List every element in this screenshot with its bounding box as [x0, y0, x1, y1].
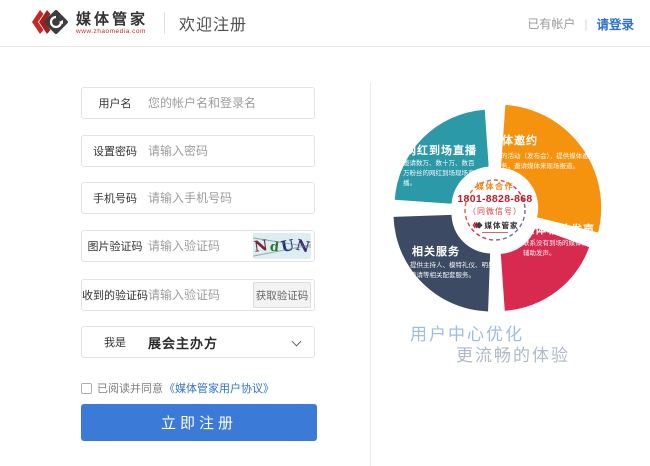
agreement-row: 已阅读并同意 《媒体管家用户协议》 — [81, 380, 274, 396]
segment-title-media-invite: 媒体邀约 — [490, 132, 538, 148]
sms-code-label: 收到的验证码 — [82, 287, 148, 303]
agreement-checkbox[interactable] — [81, 383, 92, 394]
image-captcha-label: 图片验证码 — [82, 238, 148, 254]
role-select[interactable]: 我是 展会主办方 — [81, 326, 315, 358]
segment-title-live-stream: 网红到场直播 — [405, 142, 477, 158]
center-brand-underline — [482, 232, 508, 233]
center-wechat-note: （同微信号） — [453, 206, 537, 217]
phone-input[interactable] — [148, 191, 314, 205]
phone-label: 手机号码 — [82, 190, 148, 206]
get-code-button[interactable]: 获取验证码 — [253, 282, 311, 308]
segment-desc-related-services: 提供主持人、模特礼仪、明星邀请等相关配套服务。 — [410, 261, 496, 281]
chevron-down-icon — [292, 337, 302, 347]
username-row: 用户名 — [81, 87, 315, 119]
center-phone-number: 1801-8828-868 — [453, 193, 537, 205]
username-input[interactable] — [148, 96, 314, 110]
sms-code-input[interactable] — [148, 288, 253, 302]
page-title: 欢迎注册 — [179, 11, 247, 35]
vertical-divider — [370, 82, 371, 466]
register-button[interactable]: 立即注册 — [81, 404, 317, 441]
brand-logo[interactable]: 媒体管家 www.zhaomedia.com — [30, 7, 148, 39]
sms-code-row: 收到的验证码 获取验证码 — [81, 279, 315, 311]
registration-page: 媒体管家 www.zhaomedia.com 欢迎注册 已有帐户 | 请登录 用… — [0, 0, 650, 466]
header-divider — [164, 12, 165, 34]
center-brand: 媒体管家 — [453, 220, 537, 231]
header-actions: 已有帐户 | 请登录 — [527, 0, 634, 47]
image-captcha-input[interactable] — [148, 239, 253, 253]
header: 媒体管家 www.zhaomedia.com 欢迎注册 已有帐户 | 请登录 — [0, 0, 650, 47]
brand-name: 媒体管家 — [76, 12, 148, 28]
agreement-link[interactable]: 《媒体管家用户协议》 — [164, 380, 274, 396]
tagline-line2: 更流畅的体验 — [456, 341, 570, 366]
role-selected-value: 展会主办方 — [148, 333, 218, 352]
segment-desc-media-invite: 为您的活动（发布会），提供媒体邀约服务，邀请媒体来现场报道。 — [488, 152, 594, 172]
account-hint-label: 已有帐户 — [527, 15, 575, 32]
phone-row: 手机号码 — [81, 182, 315, 214]
center-contact-label: 媒体合作 — [453, 181, 537, 192]
agreement-text: 已阅读并同意 — [97, 380, 163, 396]
center-contact: 媒体合作 1801-8828-868 （同微信号） 媒体管家 — [453, 181, 537, 233]
header-separator: | — [584, 17, 587, 31]
brand-text: 媒体管家 www.zhaomedia.com — [76, 12, 148, 35]
brand-url: www.zhaomedia.com — [76, 28, 148, 35]
brand-logo-icon — [30, 7, 70, 39]
segment-title-related-services: 相关服务 — [412, 243, 460, 259]
center-brand-name: 媒体管家 — [485, 220, 519, 231]
password-row: 设置密码 — [81, 135, 315, 167]
role-label: 我是 — [82, 334, 148, 350]
captcha-image[interactable]: N d U N — [253, 233, 311, 259]
password-label: 设置密码 — [82, 143, 148, 159]
image-captcha-row: 图片验证码 N d U N — [81, 230, 315, 262]
center-brand-icon — [472, 221, 483, 230]
username-label: 用户名 — [82, 95, 148, 111]
login-link[interactable]: 请登录 — [596, 14, 634, 33]
segment-desc-media-voice: 联系没有到场的媒体，辅助发声。 — [523, 239, 591, 259]
password-input[interactable] — [148, 144, 314, 158]
